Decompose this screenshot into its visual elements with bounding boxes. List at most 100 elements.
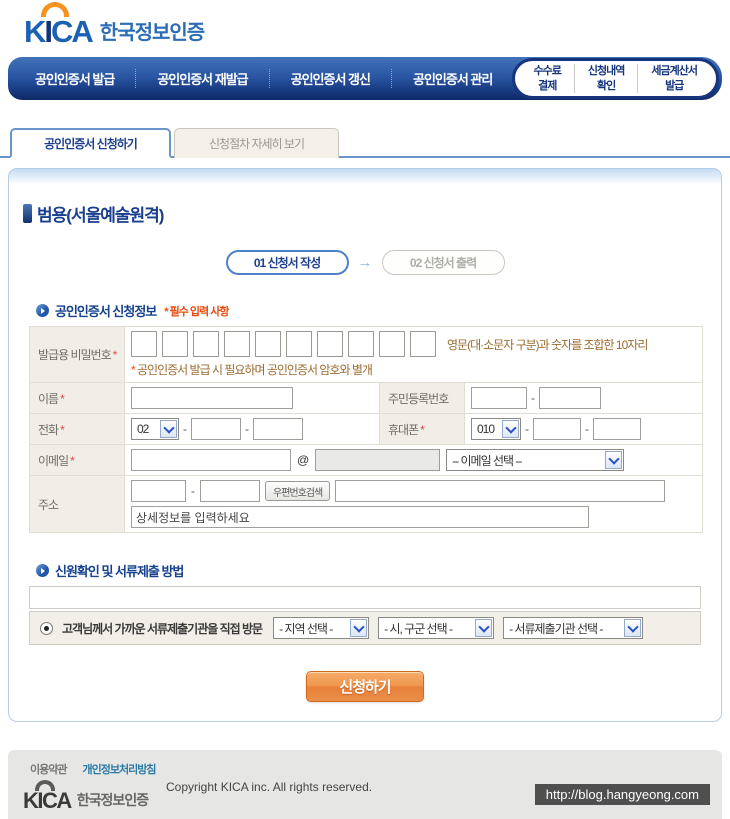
label-text: 이메일 xyxy=(38,453,69,468)
city-district-select[interactable]: - 시, 구군 선택 - xyxy=(378,617,495,639)
quick-link-text: 세금계산서 xyxy=(651,65,698,78)
password-char-box[interactable] xyxy=(255,331,281,357)
chevron-down-icon xyxy=(624,619,642,637)
password-char-box[interactable] xyxy=(410,331,436,357)
quick-links-pill: 수수료 결제 신청내역 확인 세금계산서 발급 xyxy=(511,58,719,99)
header: KICA 한국정보인증 공인인증서 발급 공인인증서 재발급 공인인증서 갱신 … xyxy=(0,0,730,100)
tab-view-procedure[interactable]: 신청절차 자세히 보기 xyxy=(174,128,339,158)
box-top-gradient xyxy=(9,169,721,185)
quick-link-text: 신청내역 xyxy=(587,65,625,78)
select-value: 02 xyxy=(137,422,149,436)
nav-item-reissue[interactable]: 공인인증서 재발급 xyxy=(135,69,268,88)
quick-link-tax-invoice[interactable]: 세금계산서 발급 xyxy=(637,64,710,93)
mobile-prefix-select[interactable]: 010 xyxy=(471,418,521,440)
main-navigation: 공인인증서 발급 공인인증서 재발급 공인인증서 갱신 공인인증서 관리 수수료… xyxy=(8,57,722,100)
region-select[interactable]: - 지역 선택 - xyxy=(273,617,370,639)
password-note: * 공인인증서 발급 시 필요하며 공인인증서 암호와 별개 xyxy=(131,361,696,378)
nav-item-issue[interactable]: 공인인증서 발급 xyxy=(14,69,135,88)
label-text: 주소 xyxy=(38,497,59,512)
phone-middle-input[interactable] xyxy=(191,418,241,440)
phone-last-input[interactable] xyxy=(253,418,303,440)
label-phone: 전화 * xyxy=(29,413,125,445)
zipcode-search-button[interactable]: 우편번호검색 xyxy=(265,481,331,501)
section-bullet-icon xyxy=(36,564,49,577)
email-domain-select[interactable]: -- 이메일 선택 -- xyxy=(446,449,625,471)
logo-letters-ca: CA xyxy=(51,14,94,49)
select-value: 010 xyxy=(477,422,495,436)
dash-separator: - xyxy=(183,422,187,436)
password-char-box[interactable] xyxy=(131,331,157,357)
quick-link-fee-payment[interactable]: 수수료 결제 xyxy=(521,64,574,93)
application-form-table: 발급용 비밀번호 * 영문(대·소문자 구분)과 숫자를 조합한 10자리 * 공… xyxy=(29,326,703,533)
quick-link-application-history[interactable]: 신청내역 확인 xyxy=(573,64,637,93)
logo-letter-k: K xyxy=(23,788,39,813)
label-text: 발급용 비밀번호 xyxy=(38,348,112,362)
label-name: 이름 * xyxy=(29,382,125,414)
mobile-middle-input[interactable] xyxy=(533,418,581,440)
address-detail-input[interactable] xyxy=(131,506,589,528)
privacy-policy-link[interactable]: 개인정보처리방침 xyxy=(82,761,156,777)
password-char-box[interactable] xyxy=(286,331,312,357)
watermark-url: http://blog.hangyeong.com xyxy=(534,784,710,805)
label-text: 이름 xyxy=(38,391,59,406)
step-1-write-application: 01 신청서 작성 xyxy=(225,250,349,275)
apply-button[interactable]: 신청하기 xyxy=(306,671,424,702)
dash-separator: - xyxy=(585,422,589,436)
tab-apply-certificate[interactable]: 공인인증서 신청하기 xyxy=(10,128,171,158)
submission-org-select[interactable]: - 서류제출기관 선택 - xyxy=(503,617,644,639)
kica-logo[interactable]: KICA 한국정보인증 xyxy=(24,2,205,49)
label-resident-number: 주민등록번호 xyxy=(379,382,465,414)
dash-separator: - xyxy=(531,391,535,405)
page: KICA 한국정보인증 공인인증서 발급 공인인증서 재발급 공인인증서 갱신 … xyxy=(0,0,730,819)
password-char-box[interactable] xyxy=(379,331,405,357)
page-title: 범용(서울예술원격) xyxy=(23,201,721,226)
nav-item-manage[interactable]: 공인인증서 관리 xyxy=(390,69,513,88)
terms-of-use-link[interactable]: 이용약관 xyxy=(30,761,67,777)
password-char-box[interactable] xyxy=(348,331,374,357)
label-text: 주민등록번호 xyxy=(388,391,449,406)
zipcode-back-input[interactable] xyxy=(200,480,260,502)
zipcode-front-input[interactable] xyxy=(131,480,186,502)
resident-number-back-input[interactable] xyxy=(539,387,601,409)
step-2-print-application: 02 신청서 출력 xyxy=(381,250,505,275)
required-star: * xyxy=(112,348,118,362)
password-char-box[interactable] xyxy=(224,331,250,357)
resident-number-front-input[interactable] xyxy=(471,387,527,409)
name-input[interactable] xyxy=(131,387,293,409)
note-star: * xyxy=(131,363,136,377)
visit-submission-radio[interactable] xyxy=(40,621,53,635)
logo-korean-text: 한국정보인증 xyxy=(99,22,205,44)
dash-separator: - xyxy=(525,422,529,436)
footer-kica-logo: KICA 한국정보인증 xyxy=(23,780,149,813)
verification-empty-row xyxy=(29,586,701,609)
logo-korean-text: 한국정보인증 xyxy=(76,792,149,808)
select-value: - 지역 선택 - xyxy=(279,621,333,636)
required-star: * xyxy=(60,422,65,437)
section-title: 공인인증서 신청정보 xyxy=(55,304,157,319)
tab-bar: 공인인증서 신청하기 신청절차 자세히 보기 xyxy=(0,128,730,158)
logo-letters-ca: CA xyxy=(42,788,72,813)
mobile-last-input[interactable] xyxy=(593,418,641,440)
password-char-box[interactable] xyxy=(317,331,343,357)
progress-steps: 01 신청서 작성 → 02 신청서 출력 xyxy=(9,250,721,275)
required-star: * xyxy=(70,453,75,468)
phone-prefix-select[interactable]: 02 xyxy=(131,418,179,440)
label-mobile: 휴대폰 * xyxy=(379,413,465,445)
password-hint: 영문(대·소문자 구분)과 숫자를 조합한 10자리 xyxy=(447,337,648,352)
quick-link-text: 확인 xyxy=(597,79,616,92)
password-char-box[interactable] xyxy=(162,331,188,357)
email-domain-input[interactable] xyxy=(315,449,441,471)
arrow-right-icon: → xyxy=(357,254,373,271)
page-title-text: 범용(서울예술원격) xyxy=(37,206,164,225)
section-identity-verification: 신원확인 및 서류제출 방법 xyxy=(36,561,721,580)
address-base-input[interactable] xyxy=(335,480,666,502)
label-text: 전화 xyxy=(38,422,59,437)
label-email: 이메일 * xyxy=(29,444,125,476)
label-text: 휴대폰 xyxy=(388,422,419,437)
quick-link-text: 발급 xyxy=(665,79,684,92)
email-id-input[interactable] xyxy=(131,449,291,471)
nav-item-renew[interactable]: 공인인증서 갱신 xyxy=(268,69,391,88)
main-content-box: 범용(서울예술원격) 01 신청서 작성 → 02 신청서 출력 공인인증서 신… xyxy=(8,168,722,722)
required-star: * xyxy=(60,391,65,406)
password-char-box[interactable] xyxy=(193,331,219,357)
